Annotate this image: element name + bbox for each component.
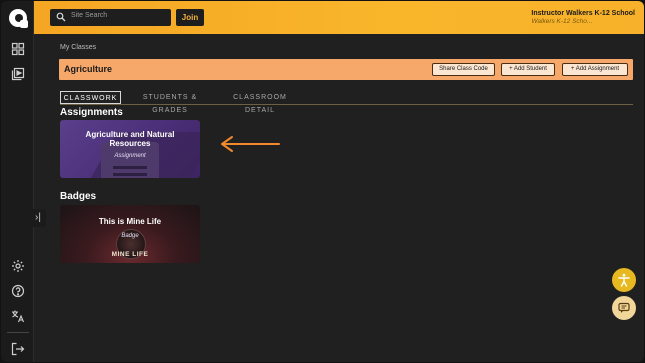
top-header: Site Search Join Instructor Walkers K-12… <box>34 1 644 34</box>
assignments-heading: Assignments <box>60 107 123 118</box>
library-icon[interactable] <box>11 67 25 81</box>
assignment-card-title: Agriculture and Natural Resources <box>85 130 175 148</box>
badges-heading: Badges <box>60 191 97 202</box>
tab-classroom-detail[interactable]: CLASSROOM DETAIL <box>220 91 300 114</box>
accessibility-button[interactable] <box>612 268 636 292</box>
tab-students-grades[interactable]: STUDENTS & GRADES <box>126 91 214 114</box>
add-student-button[interactable]: + Add Student <box>501 63 555 76</box>
logo-badge-icon <box>20 20 28 28</box>
add-assignment-button[interactable]: + Add Assignment <box>562 63 628 76</box>
app-window: ›| Site Search Join Instructor Walkers K… <box>1 1 644 362</box>
chat-button[interactable] <box>612 296 636 320</box>
dashboard-icon[interactable] <box>11 42 25 56</box>
breadcrumb[interactable]: My Classes <box>60 44 96 51</box>
search-placeholder: Site Search <box>71 12 108 19</box>
class-title: Agriculture <box>64 64 113 74</box>
chat-icon <box>618 302 630 313</box>
badge-card-title: This is Mine Life <box>98 217 162 226</box>
share-class-code-button[interactable]: Share Class Code <box>432 63 495 76</box>
class-tabs: CLASSWORK STUDENTS & GRADES CLASSROOM DE… <box>60 91 633 114</box>
school-name: Walkers K-12 Scho... <box>531 18 593 25</box>
accessibility-icon <box>618 273 630 287</box>
sidebar: ›| <box>1 1 46 362</box>
class-title-bar: Agriculture Share Class Code + Add Stude… <box>59 59 633 80</box>
tab-classwork[interactable]: CLASSWORK <box>60 91 121 104</box>
logout-icon[interactable] <box>11 342 25 356</box>
user-info[interactable]: Instructor Walkers K-12 School Walkers K… <box>531 10 635 25</box>
settings-icon[interactable] <box>11 259 25 273</box>
badge-card[interactable]: This is Mine Life Badge MINE LIFE <box>60 205 200 263</box>
badge-card-type: Badge <box>121 233 139 239</box>
search-icon <box>56 12 66 22</box>
help-icon[interactable] <box>11 284 25 298</box>
search-input[interactable]: Site Search <box>50 9 171 26</box>
sidebar-divider <box>7 332 29 333</box>
badge-emblem-text: MINE LIFE <box>111 251 149 258</box>
assignment-card[interactable]: Agriculture and Natural Resources Assign… <box>60 120 200 178</box>
join-button[interactable]: Join <box>176 9 204 26</box>
expand-sidebar-icon[interactable]: ›| <box>30 209 46 227</box>
pointer-arrow-icon <box>221 136 280 152</box>
assignment-card-type: Assignment <box>114 153 146 159</box>
translate-icon[interactable] <box>11 309 25 323</box>
user-name: Instructor Walkers K-12 School <box>531 10 635 17</box>
